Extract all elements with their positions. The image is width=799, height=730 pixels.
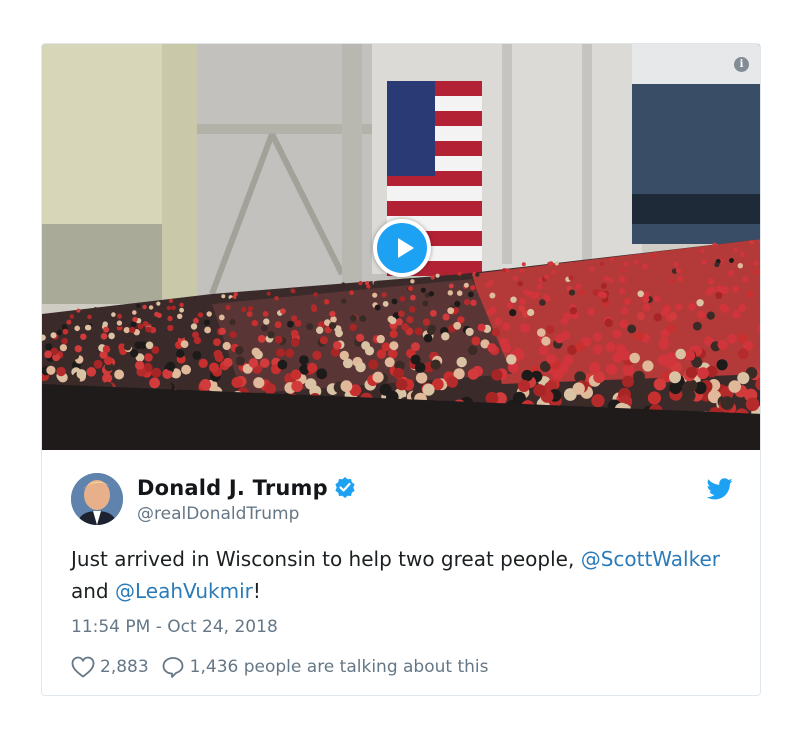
play-icon[interactable] [373,219,431,277]
heart-icon [71,656,95,678]
comment-icon [162,657,184,678]
tweet-text: Just arrived in Wisconsin to help two gr… [71,543,731,607]
display-name-text: Donald J. Trump [137,476,328,500]
like-button[interactable]: 2,883 [71,656,149,678]
like-count: 2,883 [100,657,149,677]
tweet-text-part: ! [252,579,261,603]
avatar-image [71,473,123,525]
mention-link-leahvukmir[interactable]: @LeahVukmir [115,579,253,603]
conversation-count-text: 1,436 people are talking about this [189,657,489,677]
author-display-name[interactable]: Donald J. Trump [137,476,356,500]
video-thumbnail[interactable]: i [42,44,760,450]
tweet-text-part: Just arrived in Wisconsin to help two gr… [71,547,581,571]
tweet-actions: 2,883 1,436 people are talking about thi… [71,656,488,678]
tweet-text-part: and [71,579,115,603]
info-icon[interactable]: i [734,57,749,72]
tweet-body: Donald J. Trump @realDonaldTrump Just ar… [42,450,760,695]
reply-conversation-link[interactable]: 1,436 people are talking about this [161,656,489,678]
verified-badge-icon [335,477,355,498]
tweet-timestamp[interactable]: 11:54 PM - Oct 24, 2018 [71,617,278,637]
embedded-tweet-card: i Donald J. Trump @realDonaldTrump Just … [41,43,761,696]
mention-link-scottwalker[interactable]: @ScottWalker [581,547,720,571]
avatar[interactable] [71,473,123,525]
twitter-bird-icon[interactable] [707,478,733,500]
author-handle[interactable]: @realDonaldTrump [137,504,299,524]
